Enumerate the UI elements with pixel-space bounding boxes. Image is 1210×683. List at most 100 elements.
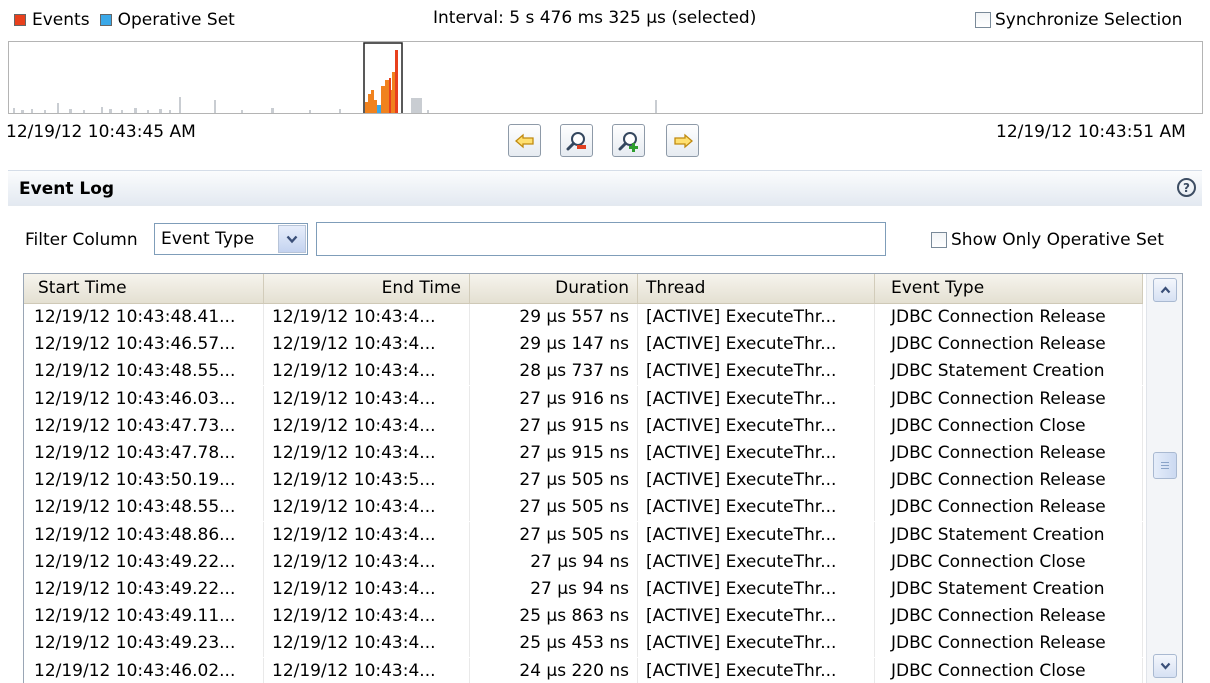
scrollbar-thumb[interactable] [1153,452,1177,479]
event-type-cell: JDBC Connection Close [875,412,1143,440]
checkbox-box[interactable] [975,12,991,28]
checkbox-box[interactable] [931,232,947,248]
start-time-cell: 12/19/12 10:43:48.41... [24,304,264,331]
synchronize-selection-label: Synchronize Selection [995,10,1183,30]
scroll-down-button[interactable] [1153,654,1177,678]
forward-button[interactable] [666,124,699,157]
table-row[interactable]: 12/19/12 10:43:47.78... 12/19/12 10:43:4.… [24,440,1143,467]
zoom-out-button[interactable] [560,124,593,157]
event-type-cell: JDBC Connection Release [875,331,1143,359]
scroll-up-icon [1160,286,1170,294]
interval-label: Interval: 5 s 476 ms 325 µs (selected) [433,8,757,28]
zoom-in-icon [618,131,638,152]
right-arrow-icon [673,133,693,148]
start-time-cell: 12/19/12 10:43:49.23... [24,630,264,658]
column-header-thread[interactable]: Thread [638,274,875,303]
event-type-cell: JDBC Connection Release [875,603,1143,631]
duration-cell: 29 µs 147 ns [470,331,638,359]
thread-cell: [ACTIVE] ExecuteThr... [638,603,875,631]
table-row[interactable]: 12/19/12 10:43:48.55... 12/19/12 10:43:4.… [24,358,1143,386]
event-type-cell: JDBC Connection Release [875,440,1143,467]
start-time-cell: 12/19/12 10:43:48.86... [24,521,264,549]
end-time-cell: 12/19/12 10:43:4... [264,494,470,522]
start-time-cell: 12/19/12 10:43:46.57... [24,331,264,359]
thread-cell: [ACTIVE] ExecuteThr... [638,358,875,386]
dropdown-button[interactable] [278,225,306,253]
thread-cell: [ACTIVE] ExecuteThr... [638,304,875,331]
start-time-cell: 12/19/12 10:43:50.19... [24,467,264,495]
operative-legend-label: Operative Set [117,10,235,30]
legend: Events Operative Set [14,10,235,30]
event-type-cell: JDBC Statement Creation [875,521,1143,549]
back-button[interactable] [508,124,541,157]
synchronize-selection-checkbox[interactable]: Synchronize Selection [975,10,1182,30]
vertical-scrollbar[interactable] [1146,274,1182,683]
start-time-cell: 12/19/12 10:43:46.03... [24,385,264,413]
thread-cell: [ACTIVE] ExecuteThr... [638,467,875,495]
table-row[interactable]: 12/19/12 10:43:46.57... 12/19/12 10:43:4.… [24,331,1143,359]
duration-cell: 27 µs 505 ns [470,521,638,549]
duration-cell: 27 µs 505 ns [470,467,638,495]
end-time-cell: 12/19/12 10:43:4... [264,657,470,683]
show-only-operative-set-checkbox[interactable]: Show Only Operative Set [931,230,1164,250]
end-time-cell: 12/19/12 10:43:4... [264,358,470,386]
event-type-cell: JDBC Statement Creation [875,576,1143,603]
table-row[interactable]: 12/19/12 10:43:49.11... 12/19/12 10:43:4.… [24,603,1143,631]
end-time-cell: 12/19/12 10:43:4... [264,548,470,576]
scroll-up-button[interactable] [1153,278,1177,302]
table-row[interactable]: 12/19/12 10:43:49.23... 12/19/12 10:43:4.… [24,630,1143,658]
events-legend-label: Events [32,10,90,30]
duration-cell: 28 µs 737 ns [470,358,638,386]
start-time-cell: 12/19/12 10:43:48.55... [24,494,264,522]
thread-cell: [ACTIVE] ExecuteThr... [638,521,875,549]
event-type-cell: JDBC Connection Release [875,304,1143,331]
table-row[interactable]: 12/19/12 10:43:48.86... 12/19/12 10:43:4.… [24,521,1143,549]
event-type-cell: JDBC Connection Release [875,494,1143,522]
duration-cell: 25 µs 453 ns [470,630,638,658]
timeline-start-time: 12/19/12 10:43:45 AM [6,122,196,142]
filter-column-label: Filter Column [25,230,138,250]
end-time-cell: 12/19/12 10:43:5... [264,467,470,495]
event-type-cell: JDBC Connection Close [875,548,1143,576]
help-icon[interactable]: ? [1177,178,1196,197]
zoom-in-button[interactable] [612,124,645,157]
filter-column-value: Event Type [161,229,255,249]
column-header-event-type[interactable]: Event Type [875,274,1143,303]
event-type-cell: JDBC Connection Release [875,630,1143,658]
thread-cell: [ACTIVE] ExecuteThr... [638,548,875,576]
table-row[interactable]: 12/19/12 10:43:46.03... 12/19/12 10:43:4.… [24,385,1143,413]
column-header-duration[interactable]: Duration [470,274,638,303]
start-time-cell: 12/19/12 10:43:48.55... [24,358,264,386]
table-row[interactable]: 12/19/12 10:43:46.02... 12/19/12 10:43:4.… [24,657,1143,683]
column-header-end-time[interactable]: End Time [264,274,470,303]
event-type-cell: JDBC Connection Release [875,467,1143,495]
start-time-cell: 12/19/12 10:43:49.22... [24,548,264,576]
thread-cell: [ACTIVE] ExecuteThr... [638,494,875,522]
table-row[interactable]: 12/19/12 10:43:48.55... 12/19/12 10:43:4.… [24,494,1143,522]
end-time-cell: 12/19/12 10:43:4... [264,630,470,658]
events-swatch [14,14,26,26]
timeline-chart[interactable] [8,41,1203,114]
timeline-histogram [13,42,657,113]
table-row[interactable]: 12/19/12 10:43:49.22... 12/19/12 10:43:4.… [24,576,1143,603]
end-time-cell: 12/19/12 10:43:4... [264,331,470,359]
thread-cell: [ACTIVE] ExecuteThr... [638,385,875,413]
filter-text-input[interactable] [316,222,886,256]
table-row[interactable]: 12/19/12 10:43:47.73... 12/19/12 10:43:4.… [24,412,1143,440]
column-header-start-time[interactable]: Start Time [24,274,264,303]
start-time-cell: 12/19/12 10:43:47.78... [24,440,264,467]
event-log-table[interactable]: Start Time End Time Duration Thread Even… [23,273,1183,683]
table-row[interactable]: 12/19/12 10:43:50.19... 12/19/12 10:43:5.… [24,467,1143,495]
scroll-down-icon [1160,662,1170,670]
table-row[interactable]: 12/19/12 10:43:48.41... 12/19/12 10:43:4.… [24,304,1143,331]
end-time-cell: 12/19/12 10:43:4... [264,603,470,631]
duration-cell: 25 µs 863 ns [470,603,638,631]
end-time-cell: 12/19/12 10:43:4... [264,440,470,467]
end-time-cell: 12/19/12 10:43:4... [264,385,470,413]
thread-cell: [ACTIVE] ExecuteThr... [638,412,875,440]
table-header: Start Time End Time Duration Thread Even… [24,274,1143,304]
filter-column-select[interactable]: Event Type [154,223,308,255]
end-time-cell: 12/19/12 10:43:4... [264,412,470,440]
table-row[interactable]: 12/19/12 10:43:49.22... 12/19/12 10:43:4.… [24,548,1143,576]
duration-cell: 29 µs 557 ns [470,304,638,331]
